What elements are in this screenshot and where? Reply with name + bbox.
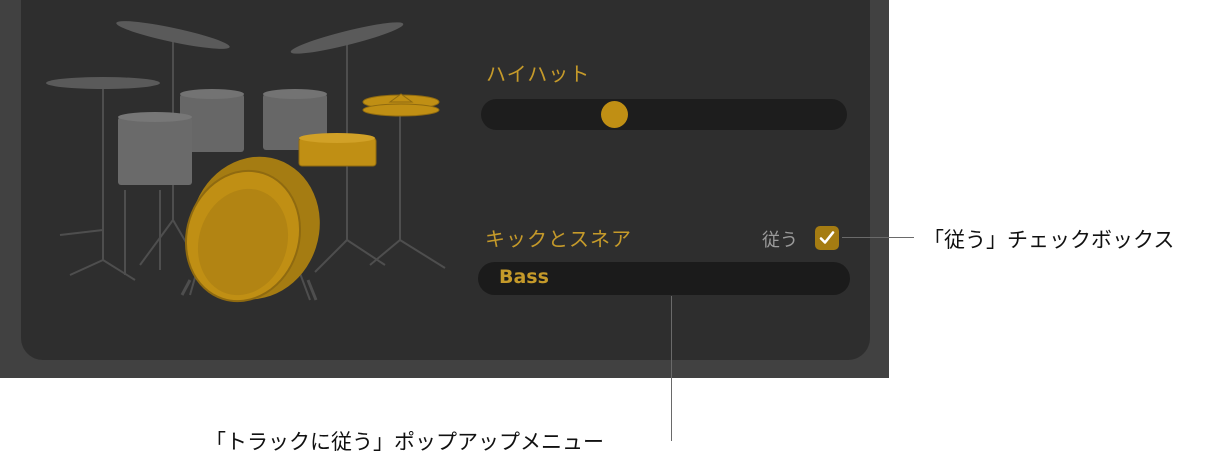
hihat-cymbal: [362, 93, 440, 117]
follow-track-popup[interactable]: Bass: [478, 262, 850, 295]
checkbox-callout-label: 「従う」チェックボックス: [923, 228, 1175, 252]
checkmark-icon: [819, 231, 835, 244]
popup-callout-line: [671, 296, 672, 441]
popup-callout-label: 「トラックに従う」ポップアップメニュー: [205, 430, 604, 454]
popup-selected-value: Bass: [499, 266, 549, 288]
follow-checkbox[interactable]: [815, 226, 839, 250]
follow-label: 従う: [762, 230, 798, 251]
hihat-slider[interactable]: [481, 99, 847, 130]
cymbal-left: [46, 77, 160, 89]
floor-tom: [118, 117, 192, 185]
hihat-label: ハイハット: [486, 62, 591, 86]
drum-kit-illustration: [46, 21, 446, 303]
checkbox-callout-line: [842, 237, 914, 238]
hihat-slider-thumb[interactable]: [600, 101, 628, 128]
kick-snare-label: キックとスネア: [485, 227, 632, 251]
